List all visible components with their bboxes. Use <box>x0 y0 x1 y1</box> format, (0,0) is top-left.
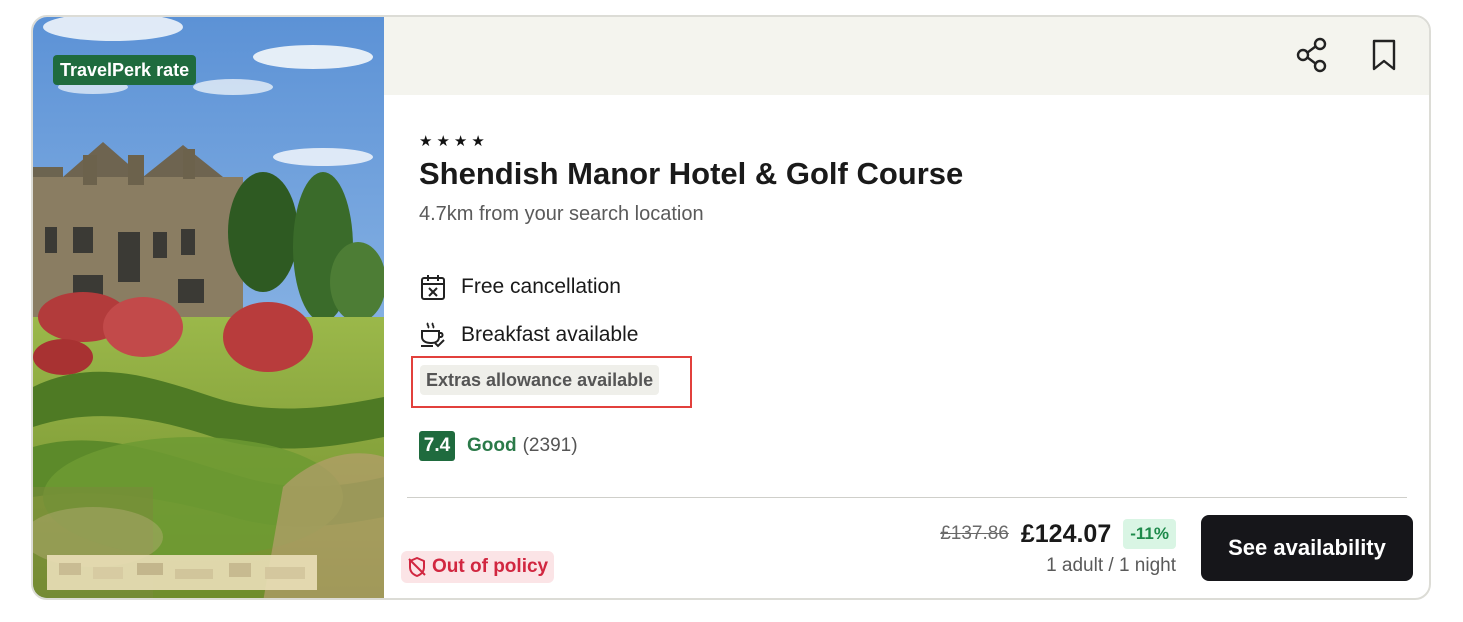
rating-verdict: Good <box>467 435 517 456</box>
extras-allowance-tag: Extras allowance available <box>420 365 660 395</box>
guest-rating: 7.4 Good (2391) <box>419 431 578 461</box>
price-per-text: 1 adult / 1 night <box>1046 555 1176 576</box>
rating-score: 7.4 <box>419 431 455 461</box>
calendar-x-icon <box>419 273 447 301</box>
original-price: £137.86 <box>940 523 1009 544</box>
hotel-name[interactable]: Shendish Manor Hotel & Golf Course <box>419 156 963 192</box>
review-count: (2391) <box>522 435 578 456</box>
bookmark-button[interactable] <box>1364 35 1404 75</box>
bookmark-icon <box>1372 39 1396 71</box>
shield-off-icon <box>405 555 429 579</box>
feature-label: Free cancellation <box>461 275 621 298</box>
feature-breakfast: Breakfast available <box>419 321 638 349</box>
feature-label: Breakfast available <box>461 323 639 346</box>
current-price: £124.07 <box>1020 519 1112 548</box>
price-block: £137.86 £124.07 -11% 1 adult / 1 night <box>940 517 1176 577</box>
travelperk-rate-badge: TravelPerk rate <box>53 55 197 85</box>
see-availability-button[interactable]: See availability <box>1201 515 1413 581</box>
hotel-photo-image <box>33 17 384 598</box>
policy-label: Out of policy <box>432 556 549 577</box>
card-divider <box>407 497 1407 498</box>
discount-badge: -11% <box>1123 519 1176 549</box>
feature-free-cancellation: Free cancellation <box>419 273 621 301</box>
coffee-cup-check-icon <box>419 321 447 349</box>
distance-text: 4.7km from your search location <box>419 203 704 225</box>
out-of-policy-badge: Out of policy <box>401 551 555 583</box>
share-button[interactable] <box>1292 35 1332 75</box>
star-rating: ★★★★ <box>419 133 489 150</box>
hotel-card[interactable]: TravelPerk rate ★★★★ Shendish Manor Hote… <box>31 15 1431 600</box>
share-icon <box>1296 37 1327 73</box>
hotel-photo[interactable] <box>33 17 384 598</box>
card-top-bar <box>384 17 1429 95</box>
